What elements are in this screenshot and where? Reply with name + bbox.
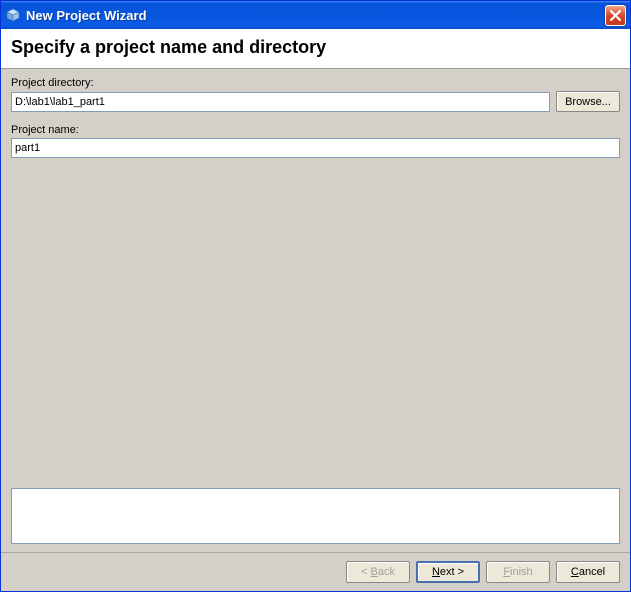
titlebar[interactable]: New Project Wizard [1, 1, 630, 29]
browse-button[interactable]: Browse... [556, 91, 620, 112]
wizard-header: Specify a project name and directory [1, 29, 630, 69]
wizard-content: Project directory: Browse... Project nam… [1, 69, 630, 552]
app-icon [5, 7, 21, 23]
project-name-input[interactable] [11, 138, 620, 158]
close-button[interactable] [605, 5, 626, 26]
back-button: < Back [346, 561, 410, 583]
window-title: New Project Wizard [26, 8, 605, 23]
directory-label: Project directory: [11, 77, 620, 89]
next-button[interactable]: Next > [416, 561, 480, 583]
wizard-window: New Project Wizard Specify a project nam… [0, 0, 631, 592]
project-directory-input[interactable] [11, 92, 550, 112]
name-label: Project name: [11, 124, 620, 136]
message-area [11, 488, 620, 544]
button-bar: < Back Next > Finish Cancel [1, 552, 630, 591]
page-title: Specify a project name and directory [11, 37, 620, 58]
finish-button: Finish [486, 561, 550, 583]
cancel-button[interactable]: Cancel [556, 561, 620, 583]
